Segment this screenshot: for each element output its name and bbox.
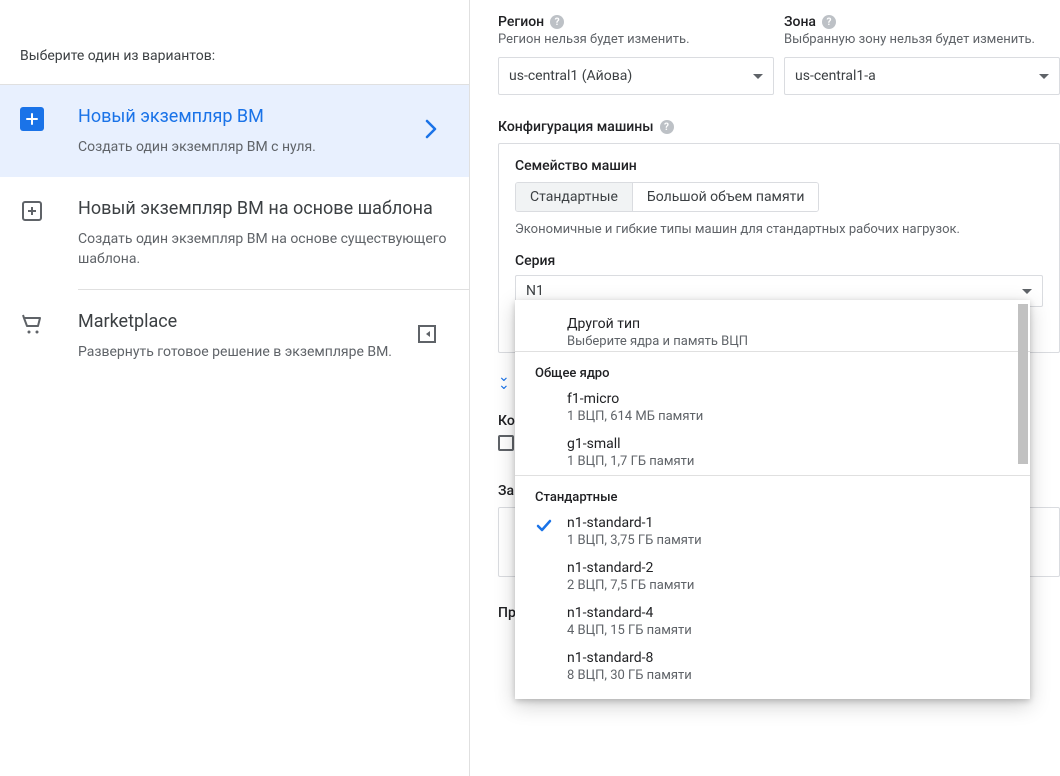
chevron-down-icon (753, 74, 763, 79)
dd-item-title: f1-micro (567, 391, 1010, 407)
dd-item-desc: 1 ВЦП, 3,75 ГБ памяти (567, 533, 1010, 548)
machine-family-tabs: Стандартные Большой объем памяти (515, 182, 819, 212)
dd-item-n1-standard-8[interactable]: n1-standard-8 8 ВЦП, 30 ГБ памяти (515, 644, 1030, 689)
tab-standard[interactable]: Стандартные (516, 183, 633, 211)
option-title: Новый экземпляр ВМ на основе шаблона (78, 197, 449, 221)
dd-item-title: g1-small (567, 436, 1010, 452)
option-desc: Развернуть готовое решение в экземпляре … (78, 342, 449, 362)
dd-item-desc: 8 ВЦП, 30 ГБ памяти (567, 668, 1010, 683)
left-panel: Выберите один из вариантов: Новый экземп… (0, 0, 470, 776)
dd-item-n1-standard-1[interactable]: n1-standard-1 1 ВЦП, 3,75 ГБ памяти (515, 509, 1030, 554)
zone-select[interactable]: us-central1-a (784, 57, 1060, 95)
option-new-vm[interactable]: Новый экземпляр ВМ Создать один экземпля… (0, 84, 469, 177)
dd-item-desc: 1 ВЦП, 614 МБ памяти (567, 409, 1010, 424)
tab-description: Экономичные и гибкие типы машин для стан… (515, 222, 1043, 237)
machine-family-label: Семейство машин (515, 158, 1043, 174)
dd-item-desc: 2 ВЦП, 7,5 ГБ памяти (567, 578, 1010, 593)
tab-highmem[interactable]: Большой объем памяти (633, 183, 819, 211)
template-icon (20, 199, 44, 223)
dd-item-desc: Выберите ядра и память ВЦП (567, 334, 1010, 349)
series-value: N1 (526, 283, 544, 299)
dd-item-f1-micro[interactable]: f1-micro 1 ВЦП, 614 МБ памяти (515, 385, 1030, 430)
checkbox-stub[interactable] (498, 435, 514, 451)
zone-label: Зона ? (784, 14, 1060, 30)
dd-item-n1-standard-4[interactable]: n1-standard-4 4 ВЦП, 15 ГБ памяти (515, 599, 1030, 644)
option-marketplace[interactable]: Marketplace Развернуть готовое решение в… (78, 290, 469, 382)
chevron-down-icon (1022, 289, 1032, 294)
dd-item-title: n1-standard-8 (567, 650, 1010, 666)
check-icon (535, 517, 553, 539)
plus-square-icon (20, 107, 44, 131)
dd-group-standard: Стандартные (515, 475, 1030, 509)
option-title: Новый экземпляр ВМ (78, 105, 449, 129)
dd-item-n1-standard-2[interactable]: n1-standard-2 2 ВЦП, 7,5 ГБ памяти (515, 554, 1030, 599)
option-title: Marketplace (78, 310, 449, 334)
chevron-right-icon (425, 119, 437, 143)
dd-item-g1-small[interactable]: g1-small 1 ВЦП, 1,7 ГБ памяти (515, 430, 1030, 475)
region-select[interactable]: us-central1 (Айова) (498, 57, 774, 95)
dd-item-desc: 1 ВЦП, 1,7 ГБ памяти (567, 454, 1010, 469)
dd-item-title: n1-standard-1 (567, 515, 1010, 531)
option-desc: Создать один экземпляр ВМ с нуля. (78, 137, 449, 157)
cart-icon (20, 312, 44, 336)
machine-config-label: Конфигурация машины ? (498, 119, 1060, 135)
zone-note: Выбранную зону нельзя будет изменить. (784, 32, 1060, 47)
option-from-template[interactable]: Новый экземпляр ВМ на основе шаблона Соз… (78, 177, 469, 290)
deploy-icon (417, 324, 437, 348)
series-label: Серия (515, 253, 1043, 269)
region-value: us-central1 (Айова) (509, 68, 632, 84)
chevron-down-icon (1039, 74, 1049, 79)
help-icon[interactable]: ? (660, 120, 674, 134)
region-note: Регион нельзя будет изменить. (498, 32, 774, 47)
help-icon[interactable]: ? (822, 15, 836, 29)
option-desc: Создать один экземпляр ВМ на основе суще… (78, 229, 449, 269)
dd-item-title: Другой тип (567, 316, 1010, 332)
zone-value: us-central1-a (795, 68, 876, 84)
dd-item-title: n1-standard-2 (567, 560, 1010, 576)
dd-item-desc: 4 ВЦП, 15 ГБ памяти (567, 623, 1010, 638)
dd-group-shared: Общее ядро (515, 351, 1030, 385)
dd-item-custom[interactable]: Другой тип Выберите ядра и память ВЦП (515, 300, 1030, 351)
region-label: Регион ? (498, 14, 774, 30)
dd-item-title: n1-standard-4 (567, 605, 1010, 621)
machine-type-dropdown: Другой тип Выберите ядра и память ВЦП Об… (515, 300, 1030, 699)
help-icon[interactable]: ? (550, 15, 564, 29)
double-chevron-down-icon: ⌄⌄ (498, 373, 510, 389)
left-header: Выберите один из вариантов: (0, 0, 469, 84)
